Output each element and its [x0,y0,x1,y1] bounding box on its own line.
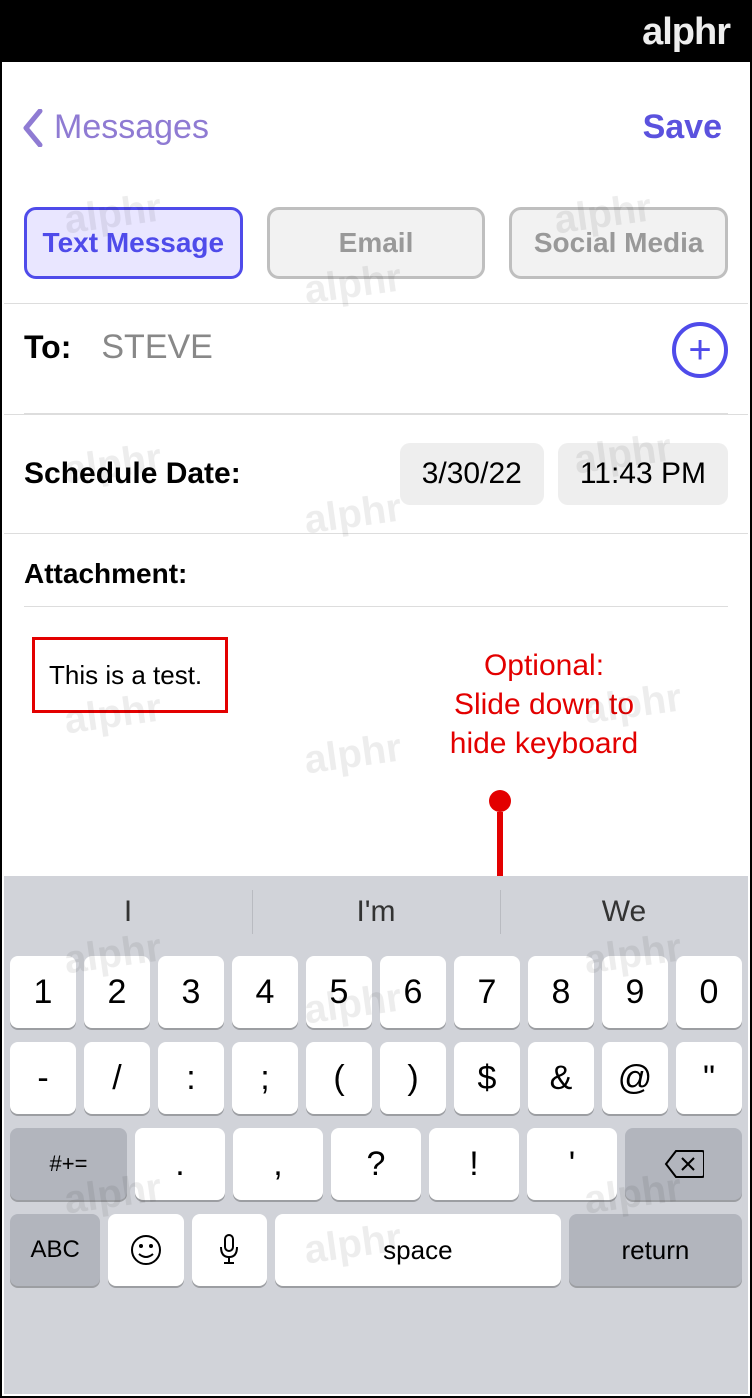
key-abc[interactable]: ABC [10,1214,100,1286]
tab-social-media[interactable]: Social Media [509,207,728,279]
suggestion[interactable]: I [4,876,252,948]
key-dictation[interactable] [192,1214,267,1286]
nav-bar: Messages Save [4,62,748,175]
key-slash[interactable]: / [84,1042,150,1114]
add-recipient-button[interactable]: + [672,322,728,378]
suggestion-bar: I I'm We [4,876,748,948]
divider [24,606,728,607]
ios-keyboard: I I'm We 1 2 3 4 5 6 7 8 9 0 - [4,876,748,1394]
key-grid: 1 2 3 4 5 6 7 8 9 0 - / : ; ( ) [4,948,748,1292]
suggestion[interactable]: We [500,876,748,948]
key-4[interactable]: 4 [232,956,298,1028]
key-1[interactable]: 1 [10,956,76,1028]
key-row-2: - / : ; ( ) $ & @ " [10,1042,742,1114]
recipient-row: To: STEVE + [24,328,728,367]
key-emoji[interactable] [108,1214,183,1286]
key-backspace[interactable] [625,1128,742,1200]
divider [24,413,728,414]
key-rparen[interactable]: ) [380,1042,446,1114]
key-question[interactable]: ? [331,1128,421,1200]
to-label: To: [24,329,71,366]
message-type-tabs: Text Message Email Social Media [4,175,748,304]
emoji-icon [129,1233,163,1267]
key-6[interactable]: 6 [380,956,446,1028]
key-exclaim[interactable]: ! [429,1128,519,1200]
key-dash[interactable]: - [10,1042,76,1114]
key-2[interactable]: 2 [84,956,150,1028]
attachment-label: Attachment: [4,534,748,600]
microphone-icon [217,1233,241,1267]
back-label: Messages [54,108,209,147]
key-comma[interactable]: , [233,1128,323,1200]
plus-icon: + [688,328,711,373]
key-row-4: ABC space return [10,1214,742,1286]
backspace-icon [664,1149,704,1179]
key-colon[interactable]: : [158,1042,224,1114]
recipient-section: To: STEVE + [4,304,748,415]
save-button[interactable]: Save [643,108,722,147]
back-button[interactable]: Messages [22,108,209,147]
key-semicolon[interactable]: ; [232,1042,298,1114]
key-space[interactable]: space [275,1214,561,1286]
recipient-name[interactable]: STEVE [101,328,212,367]
key-quote[interactable]: " [676,1042,742,1114]
app-frame: alphr Messages Save Text Message Email S… [0,0,752,1398]
annotation-line: hide keyboard [384,724,704,763]
key-return[interactable]: return [569,1214,742,1286]
suggestion[interactable]: I'm [252,876,500,948]
key-row-1: 1 2 3 4 5 6 7 8 9 0 [10,956,742,1028]
schedule-date-picker[interactable]: 3/30/22 [400,443,544,505]
key-dollar[interactable]: $ [454,1042,520,1114]
key-3[interactable]: 3 [158,956,224,1028]
key-symbols[interactable]: #+= [10,1128,127,1200]
instruction-annotation: Optional: Slide down to hide keyboard [384,646,704,763]
site-logo-bar: alphr [2,2,750,62]
key-8[interactable]: 8 [528,956,594,1028]
key-amp[interactable]: & [528,1042,594,1114]
phone-screen: Messages Save Text Message Email Social … [4,62,748,1394]
chevron-left-icon [22,109,44,147]
key-5[interactable]: 5 [306,956,372,1028]
schedule-time-picker[interactable]: 11:43 PM [558,443,728,505]
annotation-line: Slide down to [384,685,704,724]
key-9[interactable]: 9 [602,956,668,1028]
site-logo: alphr [642,11,730,54]
key-at[interactable]: @ [602,1042,668,1114]
schedule-label: Schedule Date: [24,457,386,491]
key-7[interactable]: 7 [454,956,520,1028]
arrow-dot-icon [489,790,511,812]
key-apostrophe[interactable]: ' [527,1128,617,1200]
key-0[interactable]: 0 [676,956,742,1028]
tab-text-message[interactable]: Text Message [24,207,243,279]
tab-email[interactable]: Email [267,207,486,279]
key-row-3: #+= . , ? ! ' [10,1128,742,1200]
annotation-line: Optional: [384,646,704,685]
schedule-row: Schedule Date: 3/30/22 11:43 PM [4,415,748,534]
key-lparen[interactable]: ( [306,1042,372,1114]
key-period[interactable]: . [135,1128,225,1200]
message-text-input[interactable]: This is a test. [32,637,228,713]
